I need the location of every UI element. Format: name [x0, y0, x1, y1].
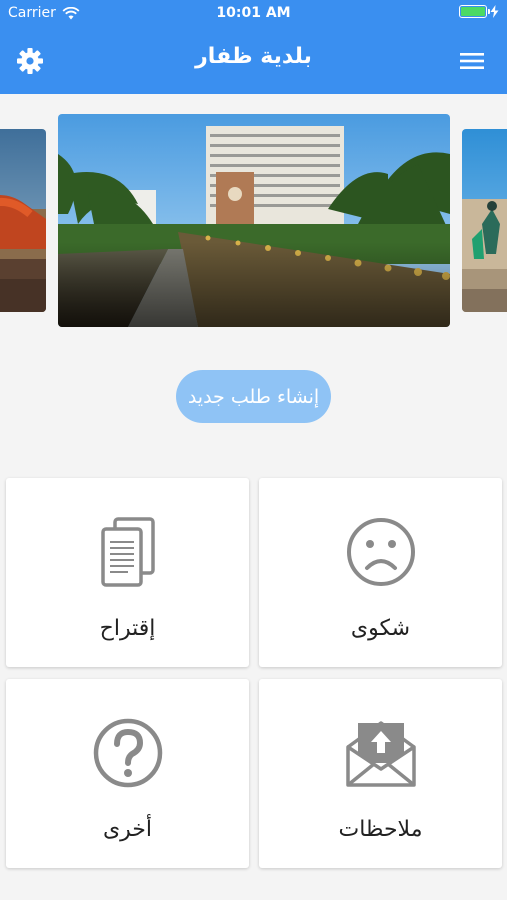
card-complaint-label: شكوى — [350, 616, 411, 641]
envelope-upload-icon — [345, 721, 416, 787]
question-circle-icon — [93, 718, 162, 788]
documents-icon — [100, 517, 155, 587]
battery-indicator — [459, 5, 499, 18]
card-other[interactable]: أخرى — [6, 679, 249, 868]
card-suggestion[interactable]: إقتراح — [6, 478, 249, 667]
sad-face-icon — [346, 518, 415, 586]
card-other-label: أخرى — [102, 817, 153, 842]
carousel-slide-previous[interactable] — [0, 129, 46, 312]
battery-icon — [459, 5, 490, 18]
carousel-image-previous — [0, 129, 46, 312]
card-notes-label: ملاحظات — [338, 817, 423, 842]
image-carousel[interactable] — [0, 114, 507, 328]
new-request-button[interactable]: إنشاء طلب جديد — [175, 370, 332, 423]
carousel-image-next — [462, 129, 507, 312]
status-time: 10:01 AM — [216, 5, 291, 21]
charging-bolt-icon — [490, 5, 499, 18]
page-title: بلدية ظفار — [195, 44, 312, 69]
carousel-image-municipality-building — [58, 114, 450, 327]
carousel-slide-current[interactable] — [58, 114, 450, 327]
hamburger-menu-icon — [460, 53, 484, 69]
carousel-slide-next[interactable] — [462, 129, 507, 312]
card-complaint[interactable]: شكوى — [259, 478, 502, 667]
menu-button[interactable] — [455, 44, 489, 78]
card-suggestion-label: إقتراح — [99, 616, 156, 641]
card-notes[interactable]: ملاحظات — [259, 679, 502, 868]
status-bar: Carrier 10:01 AM — [0, 0, 507, 28]
cta-container: إنشاء طلب جديد — [0, 370, 507, 423]
app-bar: Carrier 10:01 AM بلدية ظفار — [0, 0, 507, 94]
